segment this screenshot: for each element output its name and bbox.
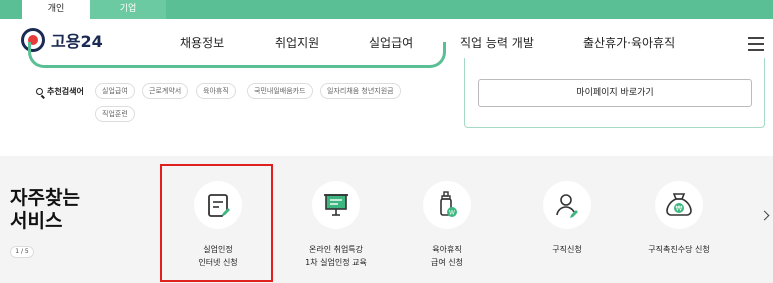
service-job-application[interactable]: 구직신청 xyxy=(511,181,623,256)
section-title: 자주찾는 서비스 xyxy=(10,187,80,233)
service-label-line1: 구직촉진수당 신청 xyxy=(648,245,710,254)
keyword-chip[interactable]: 육아휴직 xyxy=(196,83,236,99)
nav-vocational-training[interactable]: 직업 능력 개발 xyxy=(460,34,534,51)
service-label: 육아휴직 급여 신청 xyxy=(391,243,503,269)
search-icon xyxy=(36,88,43,95)
presentation-board-icon xyxy=(312,181,360,229)
keyword-chip[interactable]: 일자리채움 청년지원금 xyxy=(320,83,401,99)
search-box-edge xyxy=(28,42,446,68)
service-label-line2: 급여 신청 xyxy=(431,258,463,267)
keyword-chip[interactable]: 실업급여 xyxy=(95,83,135,99)
service-parental-leave[interactable]: W 육아휴직 급여 신청 xyxy=(391,181,503,269)
tab-business[interactable]: 기업 xyxy=(90,0,166,19)
svg-text:W: W xyxy=(449,210,455,217)
carousel-pager: 1 / 5 xyxy=(10,246,34,258)
nav-maternity-leave[interactable]: 출산휴가·육아휴직 xyxy=(583,34,675,51)
service-label: 구직신청 xyxy=(511,243,623,256)
keyword-chip[interactable]: 근로계약서 xyxy=(142,83,189,99)
menu-icon[interactable] xyxy=(748,37,764,55)
service-label-line1: 육아휴직 xyxy=(432,245,462,254)
svg-text:₩: ₩ xyxy=(676,205,683,213)
selection-highlight xyxy=(160,164,273,282)
service-label-line2: 1차 실업인정 교육 xyxy=(305,258,367,267)
keyword-chip[interactable]: 국민내일배움카드 xyxy=(247,83,313,99)
baby-bottle-icon: W xyxy=(423,181,471,229)
service-label: 구직촉진수당 신청 xyxy=(623,243,735,256)
service-job-seeking-allowance[interactable]: ₩ 구직촉진수당 신청 xyxy=(623,181,735,256)
section-title-line1: 자주찾는 xyxy=(10,187,80,209)
service-online-lecture[interactable]: 온라인 취업특강 1차 실업인정 교육 xyxy=(280,181,392,269)
keyword-chip[interactable]: 직업훈련 xyxy=(95,106,135,122)
mypage-button[interactable]: 마이페이지 바로가기 xyxy=(478,79,752,107)
recommended-keywords-label: 추천검색어 xyxy=(36,86,84,97)
won-money-bag-icon: ₩ xyxy=(655,181,703,229)
service-label-line1: 온라인 취업특강 xyxy=(308,245,364,254)
service-label-line1: 구직신청 xyxy=(552,245,582,254)
service-label: 온라인 취업특강 1차 실업인정 교육 xyxy=(280,243,392,269)
tab-personal[interactable]: 개인 xyxy=(22,0,90,19)
person-edit-icon xyxy=(543,181,591,229)
recommend-label-text: 추천검색어 xyxy=(47,87,84,96)
section-title-line2: 서비스 xyxy=(10,210,63,232)
